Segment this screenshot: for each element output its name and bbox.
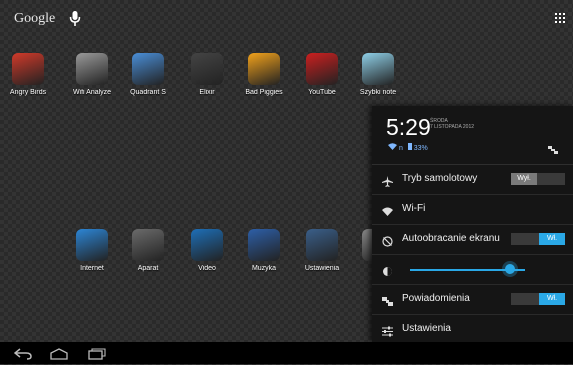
settings-row[interactable]: Ustawienia [372,315,573,344]
airplane-mode-row[interactable]: Tryb samolotowy Wył. [372,165,573,195]
top-bar: Google [0,0,573,38]
settings-label: Ustawienia [402,323,451,334]
back-icon[interactable] [13,347,32,365]
status-line: n 33% [388,143,428,152]
airplane-mode-label: Tryb samolotowy [402,173,478,184]
app-quadrant[interactable]: Quadrant S [118,53,178,96]
airplane-toggle-state: Wył. [511,173,537,185]
notifications-label: Powiadomienia [402,293,470,304]
airplane-mode-toggle[interactable]: Wył. [511,173,565,185]
app-label: Video [198,265,216,272]
settings-icon [306,229,338,261]
camera-icon [132,229,164,261]
app-label: Elixir [199,89,215,96]
settings-sliders-icon [382,324,393,337]
auto-rotate-row[interactable]: Autoobracanie ekranu Wł. [372,225,573,255]
google-search[interactable]: Google [14,11,55,27]
wifi-row[interactable]: Wi-Fi [372,195,573,225]
rotation-toggle-state: Wł. [539,233,565,245]
angry-birds-icon [12,53,44,85]
rotation-lock-icon [382,234,393,247]
app-wifi-analyzer[interactable]: Wifi Analyze [62,53,122,96]
app-label: Muzyka [251,265,277,272]
notifications-toggle[interactable]: Wł. [511,293,565,305]
elixir-icon [191,53,223,85]
auto-rotate-toggle[interactable]: Wł. [511,233,565,245]
app-label: Internet [80,265,104,272]
app-music[interactable]: Muzyka [234,229,294,272]
battery-icon [407,143,412,150]
brightness-row [372,255,573,285]
app-label: Aparat [137,265,159,272]
app-globe[interactable]: Internet [62,229,122,272]
settings-shortcut-icon[interactable] [548,142,558,154]
panel-header: 5:29 ŚRODA 7 LISTOPADA 2012 n 33% [372,106,573,165]
youtube-icon [306,53,338,85]
app-bad-piggies[interactable]: Bad Piggies [234,53,294,96]
navigation-bar [0,342,573,364]
brightness-slider-handle[interactable] [505,264,516,274]
bad-piggies-icon [248,53,280,85]
app-label: Szybki note [359,89,397,96]
app-quick-note[interactable]: Szybki note [348,53,408,96]
airplane-icon [382,174,393,187]
quick-settings-panel: 5:29 ŚRODA 7 LISTOPADA 2012 n 33% Tryb s… [372,106,573,342]
app-video[interactable]: Video [177,229,237,272]
app-youtube[interactable]: YouTube [292,53,352,96]
quadrant-icon [132,53,164,85]
microphone-icon[interactable] [69,11,81,27]
wifi-icon [382,204,393,216]
app-angry-birds[interactable]: Angry Birds [0,53,58,96]
home-icon[interactable] [50,347,68,365]
notifications-row[interactable]: Powiadomienia Wł. [372,285,573,315]
video-icon [191,229,223,261]
wifi-label: Wi-Fi [402,203,426,214]
wifi-status-icon [388,143,399,152]
date-value: 7 LISTOPADA 2012 [430,124,475,130]
globe-icon [76,229,108,261]
clock: 5:29 [386,114,431,140]
app-label: Angry Birds [9,89,47,96]
app-label: Wifi Analyze [72,89,112,96]
wifi-analyzer-icon [76,53,108,85]
app-label: Bad Piggies [245,89,283,96]
app-camera[interactable]: Aparat [118,229,178,272]
auto-rotate-label: Autoobracanie ekranu [402,233,500,244]
app-label: Ustawienia [304,265,340,272]
network-label: n [398,145,403,152]
app-label: YouTube [308,89,336,96]
quick-note-icon [362,53,394,85]
date-label: ŚRODA 7 LISTOPADA 2012 [430,118,474,130]
music-icon [248,229,280,261]
all-apps-icon[interactable] [555,13,566,24]
app-label: Quadrant S [130,89,166,96]
notifications-toggle-state: Wł. [539,293,565,305]
app-settings[interactable]: Ustawienia [292,229,352,272]
brightness-icon [382,264,393,276]
app-elixir[interactable]: Elixir [177,53,237,96]
recent-apps-icon[interactable] [88,347,106,365]
notifications-icon [382,294,393,306]
battery-label: 33% [413,145,428,152]
